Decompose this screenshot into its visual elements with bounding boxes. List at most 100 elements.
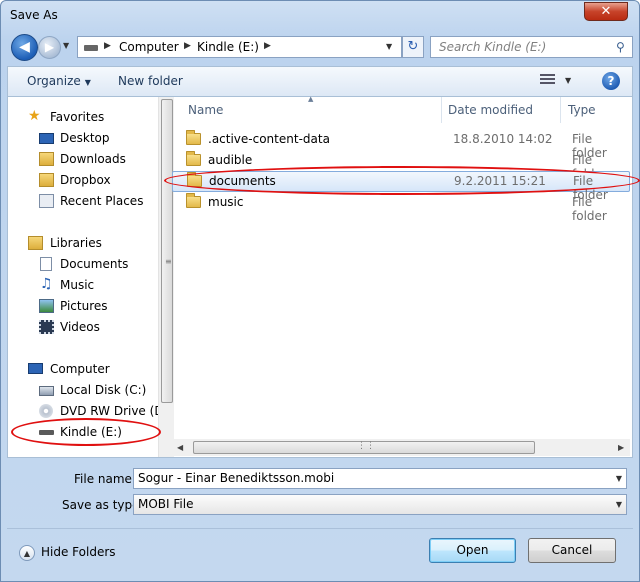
help-icon[interactable]: ? [602, 72, 620, 90]
file-name: music [208, 195, 244, 209]
grip-icon: ⋮⋮ [357, 441, 375, 451]
breadcrumb-computer[interactable]: Computer [119, 40, 179, 54]
sidebar-item-dvd-drive[interactable]: DVD RW Drive (D [8, 401, 158, 421]
sidebar-item-label: Kindle (E:) [60, 425, 122, 439]
command-bar: Organize ▼ New folder ▼ ? [7, 66, 633, 96]
documents-icon [40, 257, 52, 271]
cancel-button[interactable]: Cancel [528, 538, 616, 563]
breadcrumb-kindle[interactable]: Kindle (E:) [197, 40, 259, 54]
save-type-select[interactable]: MOBI File ▼ [133, 494, 627, 515]
sidebar-item-label: Local Disk (C:) [60, 383, 147, 397]
computer-icon [28, 363, 43, 374]
file-list: ▲ Name Date modified Type .active-conten… [170, 95, 632, 457]
sidebar-item-documents[interactable]: Documents [8, 254, 158, 274]
sidebar-item-pictures[interactable]: Pictures [8, 296, 158, 316]
navigation-pane: ★ Favorites Desktop Downloads Dropbox Re… [8, 97, 158, 457]
sidebar-item-label: Desktop [60, 131, 110, 145]
column-divider[interactable] [560, 97, 561, 123]
dropbox-folder-icon [39, 173, 54, 187]
open-button[interactable]: Open [429, 538, 516, 563]
back-arrow-icon[interactable]: ◀ [11, 34, 38, 61]
file-date: 9.2.2011 15:21 [454, 174, 546, 188]
chevron-right-icon[interactable]: ▶ [264, 41, 271, 51]
sidebar-item-label: Dropbox [60, 173, 111, 187]
desktop-icon [39, 133, 54, 144]
downloads-folder-icon [39, 152, 54, 166]
browser-pane: ★ Favorites Desktop Downloads Dropbox Re… [7, 95, 633, 458]
horizontal-scrollbar[interactable]: ◀ ⋮⋮ ▶ [172, 439, 630, 456]
sidebar-item-label: Pictures [60, 299, 108, 313]
sort-ascending-icon: ▲ [308, 95, 314, 103]
organize-label: Organize [27, 74, 81, 88]
sidebar-item-label: Downloads [60, 152, 126, 166]
folder-icon [186, 130, 201, 145]
sidebar-item-label: Documents [60, 257, 129, 271]
sidebar-item-dropbox[interactable]: Dropbox [8, 170, 158, 190]
file-name: .active-content-data [208, 132, 330, 146]
sidebar-item-label: Videos [60, 320, 100, 334]
history-dropdown-icon[interactable]: ▼ [63, 41, 73, 53]
window-title: Save As [10, 8, 58, 22]
sidebar-item-kindle[interactable]: Kindle (E:) [8, 422, 158, 442]
organize-button[interactable]: Organize ▼ [27, 74, 91, 88]
chevron-down-icon[interactable]: ▼ [616, 474, 622, 483]
scroll-right-icon[interactable]: ▶ [618, 443, 624, 452]
sidebar-item-desktop[interactable]: Desktop [8, 128, 158, 148]
sidebar-item-music[interactable]: ♫ Music [8, 275, 158, 295]
title-bar[interactable]: Save As ✕ [1, 1, 639, 29]
column-header-type[interactable]: Type [568, 97, 596, 123]
views-icon[interactable] [540, 74, 555, 86]
save-type-value: MOBI File [138, 497, 194, 511]
save-type-label: Save as type: [62, 498, 144, 512]
column-header-name[interactable]: Name [188, 97, 223, 123]
refresh-icon[interactable]: ↻ [402, 36, 424, 58]
chevron-down-icon[interactable]: ▼ [616, 500, 622, 509]
sidebar-favorites-header[interactable]: ★ Favorites [8, 107, 158, 127]
forward-arrow-icon[interactable]: ▶ [38, 36, 61, 59]
views-dropdown-icon[interactable]: ▼ [565, 76, 571, 85]
table-row-selected[interactable]: documents 9.2.2011 15:21 File folder [172, 171, 630, 202]
close-button[interactable]: ✕ [584, 2, 628, 21]
sidebar-item-videos[interactable]: Videos [8, 317, 158, 337]
sidebar-libraries-header[interactable]: Libraries [8, 233, 158, 253]
file-name: audible [208, 153, 253, 167]
address-dropdown-icon[interactable]: ▼ [386, 42, 392, 51]
search-placeholder: Search Kindle (E:) [439, 40, 547, 54]
sidebar-item-local-disk[interactable]: Local Disk (C:) [8, 380, 158, 400]
scrollbar-thumb[interactable]: ⋮⋮ [193, 441, 535, 454]
table-row[interactable]: .active-content-data 18.8.2010 14:02 Fil… [172, 129, 630, 160]
folder-icon [187, 172, 202, 187]
file-name: documents [209, 174, 276, 188]
file-name-value: Sogur - Einar Benediktsson.mobi [138, 471, 335, 485]
chevron-right-icon[interactable]: ▶ [184, 41, 191, 51]
chevron-up-icon: ▲ [19, 545, 35, 561]
sidebar-header-label: Libraries [50, 236, 102, 250]
column-header-date[interactable]: Date modified [448, 97, 533, 123]
address-bar[interactable]: ▶ Computer ▶ Kindle (E:) ▶ ▼ [77, 36, 402, 58]
table-row[interactable]: audible File folder [172, 150, 630, 181]
dvd-drive-icon [39, 404, 53, 418]
sidebar-item-downloads[interactable]: Downloads [8, 149, 158, 169]
star-icon: ★ [28, 108, 41, 124]
folder-icon [186, 151, 201, 166]
table-row[interactable]: music File folder [172, 192, 630, 223]
navigation-bar: ◀ ▶ ▼ ▶ Computer ▶ Kindle (E:) ▶ ▼ ↻ Sea… [7, 33, 633, 61]
scroll-left-icon[interactable]: ◀ [177, 443, 183, 452]
file-date: 18.8.2010 14:02 [453, 132, 553, 146]
column-divider[interactable] [441, 97, 442, 123]
sidebar-computer-header[interactable]: Computer [8, 359, 158, 379]
hard-disk-icon [39, 386, 54, 396]
sidebar-item-label: DVD RW Drive (D [60, 404, 158, 418]
file-type: File folder [572, 195, 607, 223]
search-icon[interactable]: ⚲ [616, 40, 625, 54]
sidebar-item-label: Recent Places [60, 194, 144, 208]
folder-icon [186, 193, 201, 208]
recent-places-icon [39, 194, 54, 208]
libraries-icon [28, 236, 43, 250]
search-input[interactable]: Search Kindle (E:) ⚲ [430, 36, 633, 58]
chevron-right-icon[interactable]: ▶ [104, 41, 111, 51]
new-folder-button[interactable]: New folder [118, 74, 183, 88]
divider [7, 528, 633, 529]
file-name-field[interactable]: Sogur - Einar Benediktsson.mobi ▼ [133, 468, 627, 489]
sidebar-item-recent-places[interactable]: Recent Places [8, 191, 158, 211]
